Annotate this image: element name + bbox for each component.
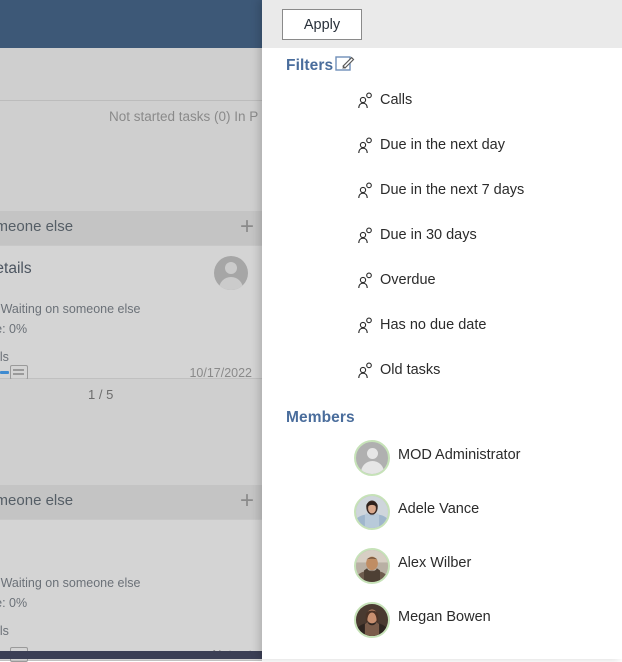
filter-item-due-30-days[interactable]: Due in 30 days — [286, 223, 606, 253]
task-progress-line: plete: 0% — [0, 322, 28, 336]
task-card-title: ange details — [0, 260, 32, 277]
filter-item-overdue[interactable]: Overdue — [286, 268, 606, 298]
task-progress-line: plete: 0% — [0, 596, 28, 610]
avatar — [354, 494, 390, 530]
member-item-megan-bowen[interactable]: Megan Bowen — [286, 600, 606, 640]
filter-item-label: Has no due date — [380, 317, 487, 333]
member-item-adele-vance[interactable]: Adele Vance — [286, 492, 606, 532]
filter-item-label: Old tasks — [380, 362, 441, 378]
app-bottom-bar — [0, 651, 262, 659]
person-icon — [358, 272, 372, 289]
bucket-header: ng on someone else + — [0, 211, 262, 245]
person-icon — [358, 137, 372, 154]
filter-item-label: Calls — [380, 92, 413, 108]
member-name: Adele Vance — [398, 501, 480, 517]
task-due-date: 10/17/2022 — [189, 366, 252, 380]
filter-item-calls[interactable]: Calls — [286, 88, 606, 118]
filters-heading: Filters — [286, 57, 334, 74]
filter-item-label: Due in 30 days — [380, 227, 477, 243]
task-labels-line: bels — [0, 350, 9, 364]
bucket-title: ng on someone else — [0, 492, 74, 509]
avatar — [354, 440, 390, 476]
person-icon — [358, 317, 372, 334]
filter-item-label: Overdue — [380, 272, 436, 288]
filter-item-due-next-7-days[interactable]: Due in the next 7 days — [286, 178, 606, 208]
filter-item-due-next-day[interactable]: Due in the next day — [286, 133, 606, 163]
filter-item-old-tasks[interactable]: Old tasks — [286, 358, 606, 388]
avatar — [354, 548, 390, 584]
task-status-line: atus: Waiting on someone else — [0, 302, 141, 316]
label-chip — [0, 371, 9, 374]
filter-panel: Apply Filters Calls Due in the next day … — [262, 0, 622, 659]
task-card[interactable]: ll AJ atus: Waiting on someone else plet… — [0, 519, 262, 662]
avatar — [214, 256, 248, 290]
person-icon — [358, 227, 372, 244]
apply-button[interactable]: Apply — [282, 9, 362, 40]
bucket-title: ng on someone else — [0, 218, 74, 235]
pager-label: 1 / 5 — [88, 387, 114, 402]
task-labels-line: bels — [0, 624, 9, 638]
tab-strip-label: Not started tasks (0) In P — [109, 109, 259, 124]
task-status-line: atus: Waiting on someone else — [0, 576, 141, 590]
bucket-header: ng on someone else + — [0, 485, 262, 519]
bucket-pager: 1 / 5 — [0, 379, 262, 413]
person-icon — [358, 182, 372, 199]
plus-icon[interactable]: + — [240, 214, 254, 240]
avatar — [354, 602, 390, 638]
member-name: MOD Administrator — [398, 447, 521, 463]
member-name: Megan Bowen — [398, 609, 491, 625]
task-card[interactable]: ange details atus: Waiting on someone el… — [0, 245, 262, 380]
person-icon — [358, 92, 372, 109]
filter-item-has-no-due-date[interactable]: Has no due date — [286, 313, 606, 343]
person-icon — [358, 362, 372, 379]
plus-icon[interactable]: + — [240, 488, 254, 514]
panel-topbar: Apply — [262, 0, 622, 48]
filter-item-label: Due in the next day — [380, 137, 505, 153]
member-name: Alex Wilber — [398, 555, 472, 571]
member-item-mod-administrator[interactable]: MOD Administrator — [286, 438, 606, 478]
edit-icon[interactable] — [335, 54, 357, 74]
members-heading: Members — [286, 409, 355, 426]
filter-item-label: Due in the next 7 days — [380, 182, 525, 198]
comment-icon — [10, 365, 28, 380]
member-item-alex-wilber[interactable]: Alex Wilber — [286, 546, 606, 586]
